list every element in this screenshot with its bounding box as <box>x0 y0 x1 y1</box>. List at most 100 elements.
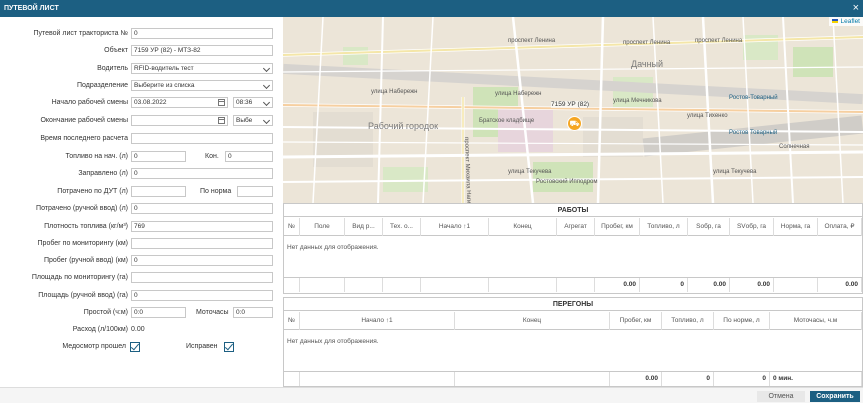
works-col-header[interactable]: Пробег, км <box>595 218 640 236</box>
close-icon[interactable]: × <box>853 0 859 17</box>
object-input[interactable]: 7159 УР (82) - МТЗ-82 <box>131 45 273 56</box>
shift-start-label: Начало рабочей смены <box>51 99 128 106</box>
save-button[interactable]: Сохранить <box>810 391 860 402</box>
idle-input[interactable]: 0:0 <box>131 307 186 318</box>
refueled-label: Заправлено (л) <box>78 170 128 177</box>
street-label: улица Текучева <box>508 169 552 175</box>
medical-checkbox[interactable] <box>130 342 140 352</box>
window-titlebar: ПУТЕВОЙ ЛИСТ × <box>0 0 863 17</box>
fuel-density-input[interactable]: 769 <box>131 221 273 232</box>
cancel-button[interactable]: Отмена <box>757 391 805 402</box>
consumed-dut-label: Потрачено по ДУТ (л) <box>57 188 128 195</box>
works-caption: РАБОТЫ <box>284 204 862 217</box>
consumed-manual-label: Потрачено (ручной ввод) (л) <box>36 205 128 212</box>
idle-label: Простой (ч:м) <box>83 309 128 316</box>
shift-end-time[interactable]: Выбе <box>233 115 273 126</box>
shift-start-date[interactable]: 03.08.2022 <box>131 97 228 108</box>
window-title: ПУТЕВОЙ ЛИСТ <box>4 5 59 12</box>
consumption-value: 0.00 <box>131 326 145 333</box>
works-total-area: 0.00 <box>688 278 730 292</box>
driver-select[interactable]: RFID-водитель тест <box>131 63 273 74</box>
works-col-header[interactable]: Топливо, л <box>640 218 688 236</box>
works-col-header[interactable]: Агрегат <box>557 218 595 236</box>
works-col-header[interactable]: Норма, га <box>774 218 818 236</box>
tractor-icon[interactable]: ⛟ <box>567 116 582 131</box>
works-col-header[interactable]: Sобр, га <box>688 218 730 236</box>
works-col-header[interactable]: Тех. о... <box>383 218 421 236</box>
leaflet-attribution[interactable]: Leaflet <box>829 17 863 26</box>
area-mon-input[interactable] <box>131 272 273 283</box>
works-col-header[interactable]: Оплата, ₽ <box>818 218 862 236</box>
district-label: Дачный <box>631 59 664 69</box>
waybill-window: ПУТЕВОЙ ЛИСТ × Путевой лист тракториста … <box>0 0 863 403</box>
works-col-header[interactable]: Вид р... <box>345 218 383 236</box>
transfers-col-header[interactable]: Пробег, км <box>610 312 662 330</box>
mileage-manual-input[interactable]: 0 <box>131 255 273 266</box>
transfers-col-header[interactable]: № <box>284 312 300 330</box>
street-label: проспект Ленина <box>695 38 743 44</box>
calendar-icon[interactable] <box>218 99 225 106</box>
works-total-payment: 0.00 <box>818 278 862 292</box>
motohours-label: Моточасы <box>196 309 229 316</box>
works-total-mileage: 0.00 <box>595 278 640 292</box>
works-total-fuel: 0 <box>640 278 688 292</box>
waybill-form: Путевой лист тракториста № 0 Объект 7159… <box>0 17 283 387</box>
station-label: Ростов Товарный <box>729 130 778 136</box>
transfers-col-header[interactable]: Начало ↑1 <box>300 312 455 330</box>
serviceable-label: Исправен <box>186 343 218 350</box>
works-empty-text: Нет данных для отображения. <box>287 244 379 251</box>
works-col-header[interactable]: № <box>284 218 300 236</box>
refueled-input[interactable]: 0 <box>131 168 273 179</box>
waybill-no-label: Путевой лист тракториста № <box>33 30 128 37</box>
transfers-col-header[interactable]: По норме, л <box>714 312 770 330</box>
shift-end-date[interactable] <box>131 115 228 126</box>
street-label: улица Тихенко <box>687 113 728 119</box>
works-total-cell <box>421 278 489 292</box>
area-mon-label: Площадь по мониторингу (га) <box>31 274 128 281</box>
area-manual-input[interactable]: 0 <box>131 290 273 301</box>
department-select[interactable]: Выберите из списка <box>131 80 273 91</box>
marker-label: 7159 УР (82) <box>551 101 590 108</box>
transfers-grid: ПЕРЕГОНЫ № Начало ↑1 Конец Пробег, км То… <box>283 297 863 387</box>
object-label: Объект <box>104 47 128 54</box>
department-label: Подразделение <box>76 82 128 89</box>
norm-label: По норма <box>200 188 232 195</box>
consumed-manual-input[interactable]: 0 <box>131 203 273 214</box>
map-tiles <box>283 17 863 203</box>
transfers-totals: 0.00 0 0 0 мин. <box>284 371 862 386</box>
map-view[interactable]: Leaflet Рабочий городок Дачный проспект … <box>283 17 863 203</box>
transfers-total-cell <box>284 372 300 386</box>
works-total-cell <box>345 278 383 292</box>
calendar-icon[interactable] <box>218 117 225 124</box>
driver-label: Водитель <box>97 65 128 72</box>
district-label: Рабочий городок <box>368 121 439 131</box>
works-grid: РАБОТЫ № Поле Вид р... Тех. о... Начало … <box>283 203 863 294</box>
mileage-manual-label: Пробег (ручной ввод) (км) <box>43 257 128 264</box>
works-header: № Поле Вид р... Тех. о... Начало ↑1 Коне… <box>284 218 862 236</box>
transfers-col-header[interactable]: Конец <box>455 312 610 330</box>
transfers-col-header[interactable]: Топливо, л <box>662 312 714 330</box>
leaflet-link: Leaflet <box>840 18 860 25</box>
waybill-no-input[interactable]: 0 <box>131 28 273 39</box>
shift-start-date-value: 03.08.2022 <box>134 99 167 106</box>
consumed-dut-input[interactable] <box>131 186 186 197</box>
fuel-start-input[interactable]: 0 <box>131 151 186 162</box>
mileage-mon-label: Пробег по мониторингу (км) <box>37 240 128 247</box>
works-col-header[interactable]: Начало ↑1 <box>421 218 489 236</box>
serviceable-checkbox[interactable] <box>224 342 234 352</box>
works-col-header[interactable]: Конец <box>489 218 557 236</box>
shift-start-time[interactable]: 08:36 <box>233 97 273 108</box>
works-col-header[interactable]: Поле <box>300 218 345 236</box>
motohours-input[interactable]: 0:0 <box>233 307 273 318</box>
works-col-header[interactable]: SVобр, га <box>730 218 774 236</box>
transfers-total-mileage: 0.00 <box>610 372 662 386</box>
last-calc-input[interactable] <box>131 133 273 144</box>
works-total-cell <box>300 278 345 292</box>
fuel-end-input[interactable]: 0 <box>225 151 273 162</box>
norm-input[interactable] <box>237 186 273 197</box>
transfers-col-header[interactable]: Моточасы, ч.м <box>770 312 862 330</box>
fuel-start-label: Топливо на нач. (л) <box>65 153 128 160</box>
medical-label: Медосмотр прошел <box>62 343 126 350</box>
mileage-mon-input[interactable] <box>131 238 273 249</box>
works-total-cell <box>383 278 421 292</box>
